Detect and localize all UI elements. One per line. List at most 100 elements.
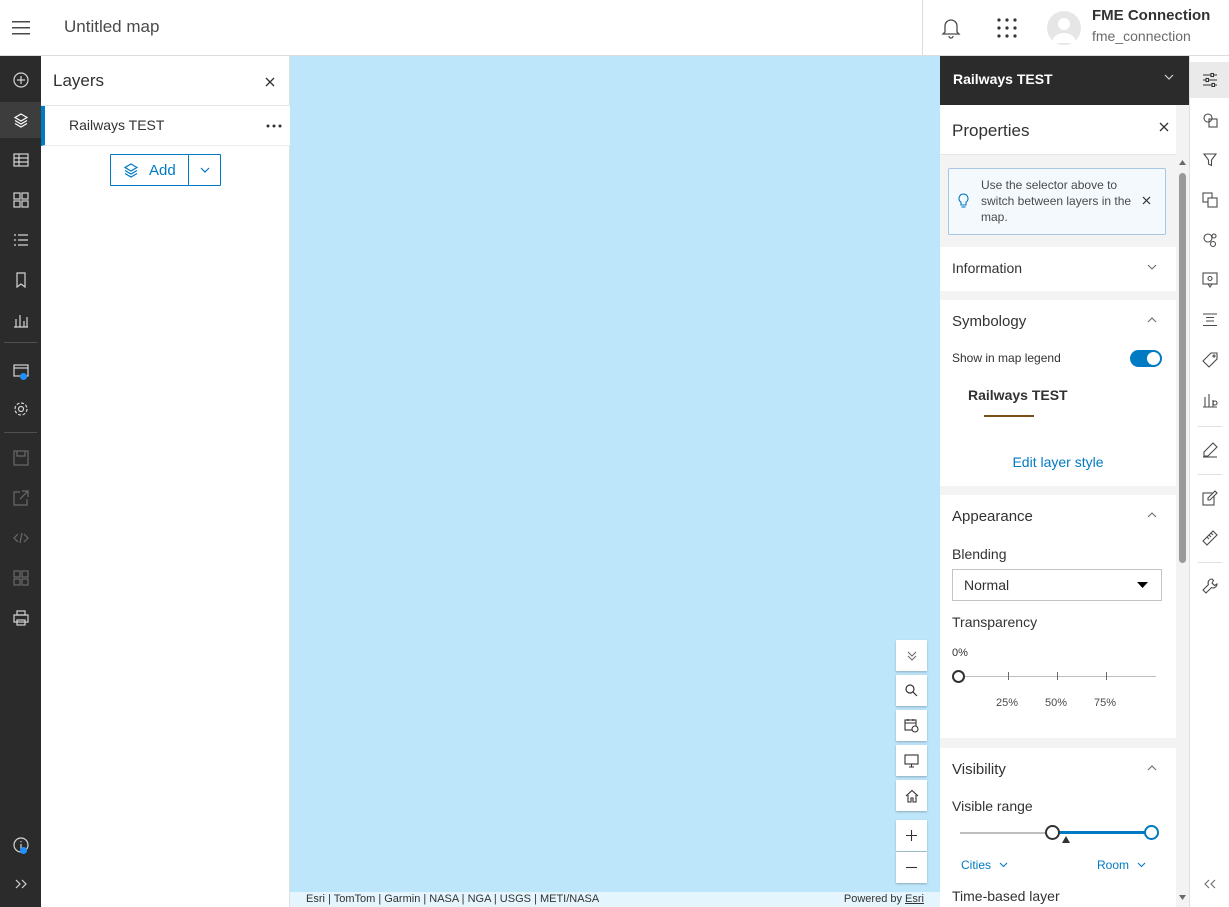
blending-select[interactable]: Normal [952,569,1162,601]
save-button[interactable] [0,440,41,476]
layer-selector[interactable]: Railways TEST [940,56,1189,105]
add-button[interactable] [0,62,41,98]
search-button[interactable] [896,675,927,706]
fields-icon [1203,313,1217,327]
fields-button[interactable] [1190,302,1229,338]
chevron-up-icon[interactable] [1147,512,1157,518]
appearance-section: Appearance Blending Normal Transparency … [940,495,1176,738]
app-launcher-button[interactable] [993,14,1021,42]
max-scale-dropdown[interactable]: Room [1097,858,1146,872]
charts-button[interactable] [1190,382,1229,418]
collapse-controls-button[interactable] [896,640,927,671]
tip-notice: Use the selector above to switch between… [948,168,1166,235]
fullscreen-button[interactable] [896,745,927,776]
section-title[interactable]: Visibility [952,761,1006,778]
home-button[interactable] [896,780,927,811]
add-options-dropdown[interactable] [189,155,220,185]
embed-button[interactable] [0,520,41,556]
scrollbar-thumb[interactable] [1179,173,1186,563]
attribution-text: Esri | TomTom | Garmin | NASA | NGA | US… [306,893,600,905]
user-avatar-icon [1052,18,1076,43]
analysis-tools-button[interactable] [1190,568,1229,604]
chevron-up-icon[interactable] [1147,765,1157,771]
map-view[interactable]: Esri | TomTom | Garmin | NASA | NGA | US… [290,56,940,907]
labels-button[interactable] [1190,342,1229,378]
map-properties-button[interactable] [0,352,41,388]
add-label: Add [149,161,176,179]
layer-options-button[interactable] [261,115,287,137]
layer-list-item[interactable]: Railways TEST [41,106,290,146]
calendar-globe-icon [904,719,919,733]
information-section[interactable]: Information [940,247,1176,291]
expand-toolbar-button[interactable] [0,866,41,902]
effects-button[interactable] [1190,182,1229,218]
edit-layer-style-link[interactable]: Edit layer style [940,454,1176,470]
toolbar-divider [4,342,37,343]
layers-panel: Layers Railways TEST Add [41,56,290,907]
sketch-button[interactable] [1190,432,1229,468]
scroll-up-arrow-icon[interactable] [1179,160,1186,165]
styles-button[interactable] [1190,102,1229,138]
toolbar-divider [1198,426,1222,427]
menu-button[interactable] [0,0,41,55]
properties-button[interactable] [1190,62,1229,98]
map-title[interactable]: Untitled map [64,17,159,37]
legend-button[interactable] [0,222,41,258]
layers-button[interactable] [0,102,41,138]
locate-button[interactable] [896,710,927,741]
avatar[interactable] [1047,11,1081,45]
section-title[interactable]: Symbology [952,313,1026,330]
close-layers-button[interactable] [260,72,280,92]
embed-icon [12,532,29,544]
edit-button[interactable] [1190,480,1229,516]
transparency-slider-track[interactable] [960,676,1156,677]
add-layer-button[interactable]: Add [111,155,189,185]
esri-link[interactable]: Esri [905,893,924,905]
print-button[interactable] [0,600,41,636]
user-name[interactable]: FME Connection [1092,7,1210,24]
zoom-out-button[interactable] [896,852,927,883]
clustering-button[interactable] [1190,222,1229,258]
max-scale-value: Room [1097,858,1130,872]
settings-button[interactable] [0,391,41,427]
show-in-legend-toggle[interactable] [1130,350,1162,367]
more-horizontal-icon [266,124,282,128]
scroll-down-arrow-icon[interactable] [1179,895,1186,900]
notifications-button[interactable] [937,14,965,42]
settings-icon [13,402,28,416]
filter-button[interactable] [1190,142,1229,178]
visible-range-max-thumb[interactable] [1144,825,1159,840]
minus-icon [906,866,917,869]
panel-scrollbar[interactable] [1176,155,1189,907]
collapse-toolbar-button[interactable] [1190,866,1229,902]
visible-range-min-thumb[interactable] [1045,825,1060,840]
label-tag-icon [1202,352,1218,368]
apps-grid-icon [997,18,1017,38]
close-icon[interactable] [1142,196,1151,205]
header-right: FME Connection fme_connection [922,0,1229,55]
tables-button[interactable] [0,142,41,178]
share-button[interactable] [0,480,41,516]
zoom-in-button[interactable] [896,820,927,851]
panel-title: Layers [53,71,105,90]
visible-range-track[interactable] [960,832,1052,834]
cluster-icon [1203,233,1217,248]
charts-button[interactable] [0,302,41,338]
measure-button[interactable] [1190,520,1229,556]
toolbar-divider [4,432,37,433]
pop-ups-button[interactable] [1190,262,1229,298]
create-app-button[interactable] [0,560,41,596]
about-button[interactable] [0,827,41,863]
transparency-slider-thumb[interactable] [952,670,965,683]
edit-pencil-icon [1202,490,1218,506]
slider-tick [1057,672,1058,680]
close-icon[interactable] [1159,122,1169,132]
basemap-button[interactable] [0,182,41,218]
monitor-icon [904,753,919,768]
chevron-up-icon[interactable] [1147,317,1157,323]
slider-tick [1008,672,1009,680]
section-title[interactable]: Appearance [952,508,1033,525]
blending-label: Blending [952,546,1007,562]
min-scale-dropdown[interactable]: Cities [961,858,1008,872]
bookmarks-button[interactable] [0,262,41,298]
